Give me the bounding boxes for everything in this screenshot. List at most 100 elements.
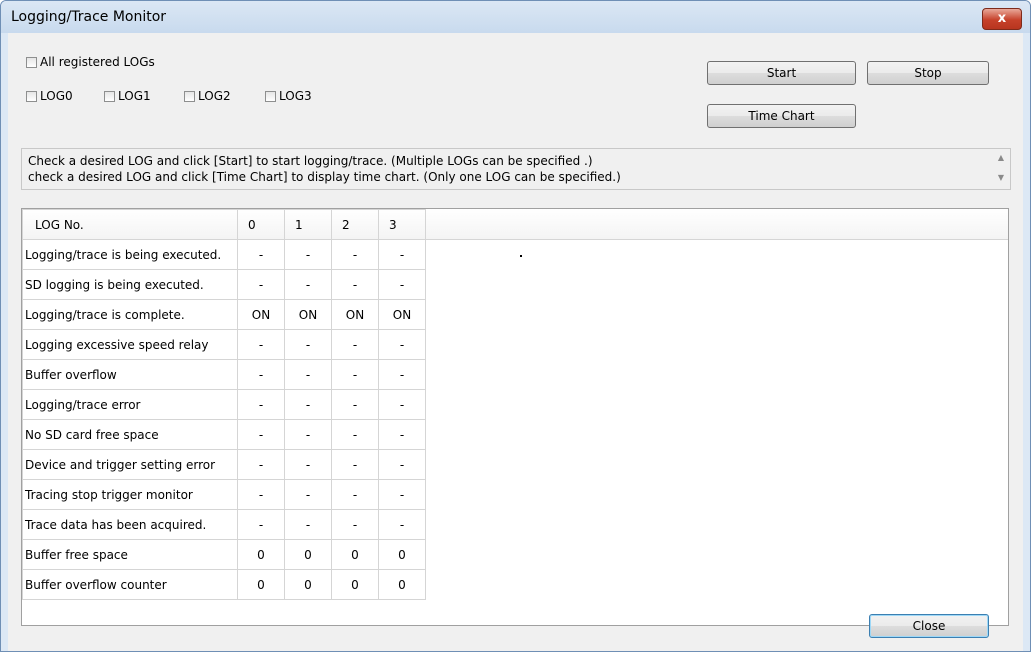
status-cell: - xyxy=(331,509,379,540)
log2-label: LOG2 xyxy=(198,89,231,103)
table-row: Logging/trace error - - - - xyxy=(22,389,426,420)
status-cell: - xyxy=(378,389,426,420)
status-cell: 0 xyxy=(378,539,426,570)
table-row: No SD card free space - - - - xyxy=(22,419,426,450)
status-cell: - xyxy=(331,419,379,450)
log3-checkbox[interactable]: LOG3 xyxy=(265,89,312,103)
status-cell: - xyxy=(237,509,285,540)
checkbox-box[interactable] xyxy=(26,56,37,68)
status-cell: - xyxy=(237,419,285,450)
status-cell: - xyxy=(237,269,285,300)
status-cell: 0 xyxy=(237,539,285,570)
row-label: No SD card free space xyxy=(22,419,238,450)
status-cell: ON xyxy=(331,299,379,330)
status-cell: - xyxy=(331,359,379,390)
status-cell: - xyxy=(331,449,379,480)
status-cell: - xyxy=(284,509,332,540)
row-label: Device and trigger setting error xyxy=(22,449,238,480)
log0-label: LOG0 xyxy=(40,89,73,103)
status-cell: - xyxy=(237,479,285,510)
log-status-table: LOG No. 0 1 2 3 Logging/trace is being e… xyxy=(22,209,426,600)
status-cell: - xyxy=(378,359,426,390)
status-cell: - xyxy=(284,389,332,420)
status-cell: - xyxy=(284,479,332,510)
log-status-grid: LOG No. 0 1 2 3 Logging/trace is being e… xyxy=(21,208,1009,626)
scroll-down-icon[interactable]: ▼ xyxy=(998,173,1004,182)
time-chart-button[interactable]: Time Chart xyxy=(707,104,856,128)
checkbox-box[interactable] xyxy=(104,90,115,102)
status-rows: Logging/trace is being executed. - - - - SD l… xyxy=(22,239,426,600)
status-cell: 0 xyxy=(331,569,379,600)
log0-checkbox[interactable]: LOG0 xyxy=(26,89,73,103)
log2-checkbox[interactable]: LOG2 xyxy=(184,89,231,103)
status-cell: - xyxy=(284,239,332,270)
table-row: Buffer free space 0 0 0 0 xyxy=(22,539,426,570)
status-cell: - xyxy=(331,239,379,270)
column-header-0: 0 xyxy=(237,209,285,240)
status-cell: - xyxy=(284,269,332,300)
status-cell: - xyxy=(237,389,285,420)
all-registered-logs-checkbox[interactable]: All registered LOGs xyxy=(26,55,155,69)
table-row: SD logging is being executed. - - - - xyxy=(22,269,426,300)
status-cell: - xyxy=(378,419,426,450)
log1-checkbox[interactable]: LOG1 xyxy=(104,89,151,103)
log-no-header: LOG No. xyxy=(22,209,238,240)
checkbox-box[interactable] xyxy=(265,90,276,102)
table-row: Tracing stop trigger monitor - - - - xyxy=(22,479,426,510)
status-cell: 0 xyxy=(237,569,285,600)
table-row: Logging/trace is being executed. - - - - xyxy=(22,239,426,270)
table-row: Buffer overflow counter 0 0 0 0 xyxy=(22,569,426,600)
scroll-up-icon[interactable]: ▲ xyxy=(998,153,1004,162)
row-label: Logging excessive speed relay xyxy=(22,329,238,360)
status-cell: ON xyxy=(378,299,426,330)
status-cell: - xyxy=(237,449,285,480)
status-cell: 0 xyxy=(378,569,426,600)
table-row: Device and trigger setting error - - - - xyxy=(22,449,426,480)
start-button[interactable]: Start xyxy=(707,61,856,85)
status-cell: - xyxy=(284,449,332,480)
status-cell: - xyxy=(331,479,379,510)
row-label: Logging/trace is being executed. xyxy=(22,239,238,270)
status-cell: - xyxy=(331,269,379,300)
column-header-2: 2 xyxy=(331,209,379,240)
checkbox-box[interactable] xyxy=(26,90,37,102)
table-row: Trace data has been acquired. - - - - xyxy=(22,509,426,540)
close-window-button[interactable]: x xyxy=(982,8,1022,30)
instruction-line-1: Check a desired LOG and click [Start] to… xyxy=(28,154,593,168)
row-label: Buffer overflow xyxy=(22,359,238,390)
status-cell: - xyxy=(284,329,332,360)
title-bar: Logging/Trace Monitor x xyxy=(1,1,1030,33)
status-cell: ON xyxy=(284,299,332,330)
stray-dot xyxy=(520,255,522,257)
status-cell: - xyxy=(378,509,426,540)
logging-trace-monitor-window: Logging/Trace Monitor x All registered L… xyxy=(0,0,1031,652)
status-cell: - xyxy=(378,449,426,480)
row-label: Logging/trace is complete. xyxy=(22,299,238,330)
stop-button[interactable]: Stop xyxy=(867,61,989,85)
table-row: Logging/trace is complete. ON ON ON ON xyxy=(22,299,426,330)
row-label: SD logging is being executed. xyxy=(22,269,238,300)
status-cell: - xyxy=(378,329,426,360)
row-label: Logging/trace error xyxy=(22,389,238,420)
close-button[interactable]: Close xyxy=(869,614,989,638)
status-cell: 0 xyxy=(284,539,332,570)
window-title: Logging/Trace Monitor xyxy=(11,9,167,25)
status-cell: 0 xyxy=(284,569,332,600)
column-header-1: 1 xyxy=(284,209,332,240)
row-label: Trace data has been acquired. xyxy=(22,509,238,540)
row-label: Tracing stop trigger monitor xyxy=(22,479,238,510)
status-cell: - xyxy=(237,329,285,360)
all-registered-logs-label: All registered LOGs xyxy=(40,55,155,69)
status-cell: - xyxy=(378,479,426,510)
status-cell: - xyxy=(378,269,426,300)
status-cell: ON xyxy=(237,299,285,330)
status-cell: - xyxy=(284,359,332,390)
status-cell: - xyxy=(284,419,332,450)
instruction-text-box[interactable]: Check a desired LOG and click [Start] to… xyxy=(21,148,1011,190)
dialog-body: All registered LOGs LOG0 LOG1 LOG2 LOG3 … xyxy=(8,33,1023,651)
log1-label: LOG1 xyxy=(118,89,151,103)
status-cell: - xyxy=(237,239,285,270)
checkbox-box[interactable] xyxy=(184,90,195,102)
header-row: LOG No. 0 1 2 3 xyxy=(22,209,426,240)
row-label: Buffer free space xyxy=(22,539,238,570)
